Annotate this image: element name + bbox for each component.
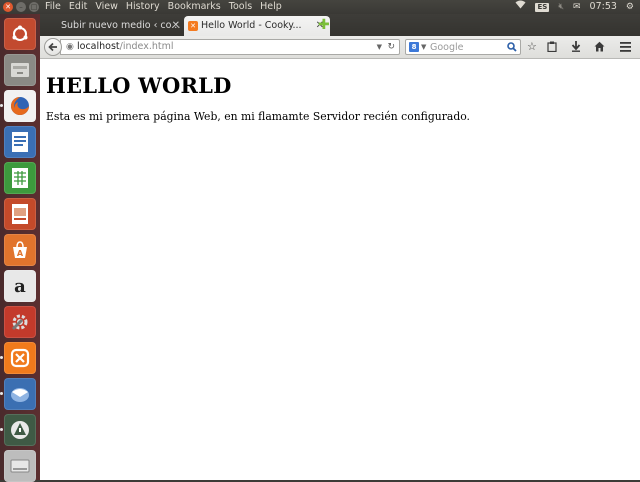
indicators: ES 🔇︎ ✉ 07:53 ⚙ [515, 0, 634, 14]
device-icon[interactable] [4, 450, 36, 482]
menubar: File Edit View History Bookmarks Tools H… [45, 0, 282, 14]
top-panel: ✕ – □ File Edit View History Bookmarks T… [0, 0, 640, 14]
power-gear-icon[interactable]: ⚙ [626, 0, 634, 14]
menu-edit[interactable]: Edit [69, 0, 87, 14]
hamburger-menu-icon[interactable] [620, 39, 631, 57]
tab-bar: Subir nuevo medio ‹ co... ✕ ✕ Hello Worl… [40, 14, 640, 36]
download-icon[interactable] [571, 39, 581, 57]
xampp-icon[interactable] [4, 342, 36, 374]
clock[interactable]: 07:53 [590, 0, 617, 14]
search-input[interactable] [430, 41, 502, 53]
home-icon[interactable] [594, 39, 605, 57]
window-close-button[interactable]: ✕ [3, 2, 13, 12]
menu-history[interactable]: History [126, 0, 160, 14]
system-settings-icon[interactable] [4, 306, 36, 338]
page-content: HELLO WORLD Esta es mi primera página We… [40, 59, 640, 480]
thunderbird-icon[interactable] [4, 378, 36, 410]
search-bar[interactable]: 8 ▼ [405, 39, 521, 55]
new-tab-plus-icon[interactable]: ✚ [318, 18, 330, 32]
mail-icon[interactable]: ✉ [573, 0, 581, 14]
running-indicator [0, 104, 3, 107]
page-heading: HELLO WORLD [46, 73, 232, 98]
software-center-icon[interactable]: A [4, 234, 36, 266]
ubuntu-dash-icon[interactable] [4, 18, 36, 50]
impress-icon[interactable] [4, 198, 36, 230]
page-paragraph: Esta es mi primera página Web, en mi fla… [46, 110, 470, 123]
tab-title: Hello World - Cooky... [201, 20, 302, 31]
amazon-icon[interactable]: a [4, 270, 36, 302]
menu-bookmarks[interactable]: Bookmarks [168, 0, 221, 14]
url-path: /index.html [119, 41, 174, 52]
xampp-favicon-icon: ✕ [188, 21, 198, 31]
wifi-icon[interactable] [515, 0, 526, 14]
google-engine-icon[interactable]: 8 [409, 42, 419, 52]
calc-icon[interactable] [4, 162, 36, 194]
software-updater-icon[interactable] [4, 414, 36, 446]
running-indicator [0, 356, 3, 359]
globe-icon: ◉ [66, 42, 74, 52]
chevron-down-icon[interactable]: ▼ [421, 40, 426, 54]
running-indicator [0, 428, 3, 431]
url-host: localhost [77, 41, 120, 52]
keyboard-layout-indicator[interactable]: ES [535, 2, 550, 12]
search-icon[interactable] [507, 40, 517, 57]
window-minimize-button[interactable]: – [16, 2, 26, 12]
running-indicator [0, 392, 3, 395]
writer-icon[interactable] [4, 126, 36, 158]
tab-title: Subir nuevo medio ‹ co... [61, 20, 181, 31]
menu-help[interactable]: Help [260, 0, 282, 14]
browser-window: Subir nuevo medio ‹ co... ✕ ✕ Hello Worl… [40, 14, 640, 480]
firefox-icon[interactable] [4, 90, 36, 122]
url-bar[interactable]: ◉ localhost/index.html ▼ ↻ [60, 39, 400, 55]
launcher: A a [0, 14, 41, 482]
menu-tools[interactable]: Tools [229, 0, 252, 14]
clipboard-icon[interactable] [547, 39, 557, 57]
tab-subir-nuevo-medio[interactable]: Subir nuevo medio ‹ co... ✕ [46, 16, 186, 36]
files-icon[interactable] [4, 54, 36, 86]
navigation-toolbar: ◉ localhost/index.html ▼ ↻ 8 ▼ ☆ [40, 36, 640, 59]
svg-text:A: A [17, 249, 24, 258]
back-button[interactable] [44, 38, 62, 56]
url-text[interactable]: localhost/index.html [77, 40, 174, 54]
tab-hello-world[interactable]: ✕ Hello World - Cooky... ✕ [184, 16, 330, 36]
menu-view[interactable]: View [95, 0, 118, 14]
window-maximize-button[interactable]: □ [29, 2, 39, 12]
reload-icon[interactable]: ↻ [387, 40, 395, 54]
volume-muted-icon[interactable]: 🔇︎ [558, 0, 564, 14]
chevron-down-icon[interactable]: ▼ [377, 40, 382, 54]
close-icon[interactable]: ✕ [172, 16, 180, 36]
bookmark-star-icon[interactable]: ☆ [527, 39, 537, 55]
menu-file[interactable]: File [45, 0, 61, 14]
